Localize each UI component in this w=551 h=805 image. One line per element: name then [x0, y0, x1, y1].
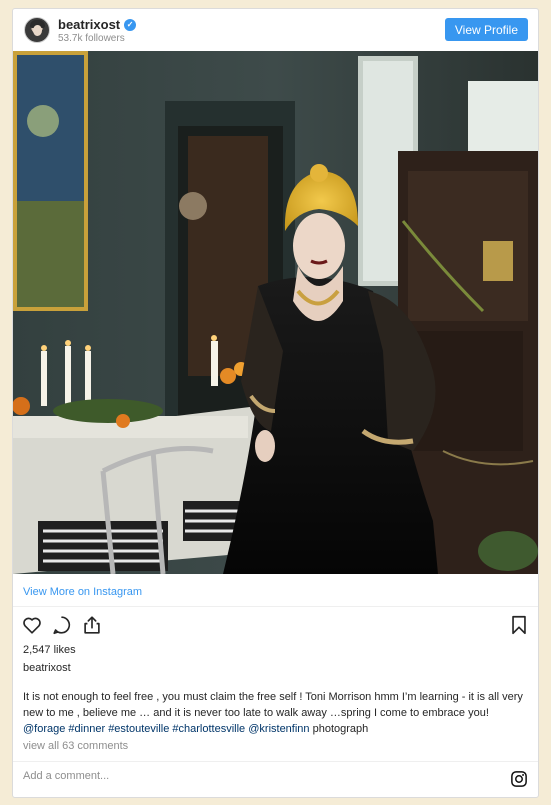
like-count[interactable]: 2,547 likes [23, 644, 76, 656]
view-more-link[interactable]: View More on Instagram [23, 586, 142, 598]
post-photo[interactable] [13, 51, 538, 574]
divider [13, 606, 538, 607]
tag-charlottesville[interactable]: #charlottesville [172, 723, 245, 735]
view-comments-link[interactable]: view all 63 comments [23, 740, 128, 752]
verified-icon: ✓ [124, 18, 137, 31]
tag-dinner[interactable]: #dinner [68, 723, 105, 735]
instagram-embed-card: beatrixost ✓ 53.7k followers View Profil… [12, 8, 539, 798]
action-bar [21, 614, 103, 636]
username[interactable]: beatrixost [58, 17, 120, 32]
view-profile-button[interactable]: View Profile [444, 18, 528, 41]
comment-input[interactable]: Add a comment... [23, 770, 109, 782]
share-icon[interactable] [81, 614, 103, 636]
tag-kristenfinn[interactable]: @kristenfinn [248, 723, 309, 735]
follower-count: 53.7k followers [58, 33, 125, 44]
tag-forage[interactable]: @forage [23, 723, 65, 735]
post-owner[interactable]: beatrixost [23, 662, 71, 674]
instagram-icon[interactable] [510, 770, 528, 788]
post-photo-image [13, 51, 538, 574]
tag-estouteville[interactable]: #estouteville [108, 723, 169, 735]
comment-icon[interactable] [51, 614, 73, 636]
avatar[interactable] [24, 17, 50, 43]
caption-text: It is not enough to feel free , you must… [23, 691, 523, 719]
comment-bar: Add a comment... [13, 761, 538, 798]
caption: It is not enough to feel free , you must… [23, 689, 529, 737]
heart-icon[interactable] [21, 614, 43, 636]
bookmark-icon[interactable] [508, 614, 530, 636]
caption-suffix: photograph [312, 723, 369, 735]
post-header: beatrixost ✓ 53.7k followers View Profil… [13, 9, 538, 51]
username-row: beatrixost ✓ [58, 17, 137, 32]
